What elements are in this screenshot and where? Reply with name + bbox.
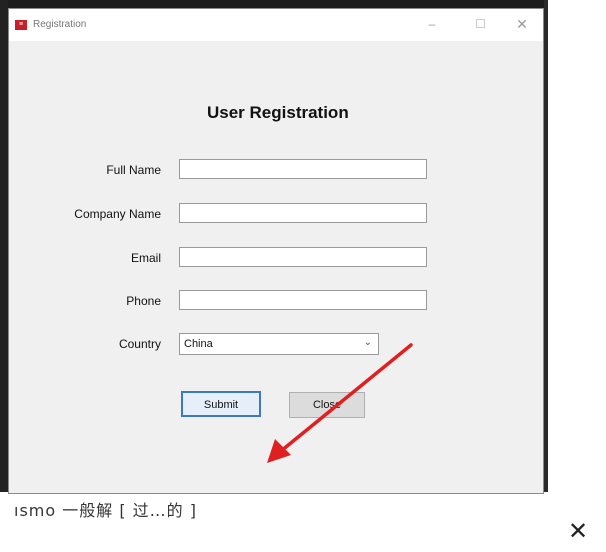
submit-button[interactable]: Submit [181, 391, 261, 417]
country-value: China [184, 338, 213, 350]
registration-window: ≡ Registration – ✕ User Registration Ful… [8, 8, 544, 494]
background-text: ısmo 一般解 [ 过…的 ] [14, 501, 197, 520]
phone-label: Phone [126, 294, 161, 308]
close-icon[interactable]: ✕ [568, 520, 588, 544]
email-label: Email [130, 251, 161, 265]
page-title: User Registration [207, 103, 349, 122]
company-name-field[interactable] [179, 203, 427, 223]
country-label: Country [118, 337, 161, 351]
email-field[interactable] [179, 247, 427, 267]
full-name-field[interactable] [179, 159, 427, 179]
full-name-label: Full Name [106, 163, 161, 177]
red-arrow-annotation [267, 343, 413, 463]
app-icon: ≡ [15, 20, 27, 30]
maximize-button[interactable] [469, 15, 491, 33]
minimize-button[interactable]: – [421, 15, 443, 33]
phone-field[interactable] [179, 290, 427, 310]
title-bar: ≡ Registration – ✕ [9, 9, 543, 41]
company-name-label: Company Name [74, 207, 161, 221]
background-left [0, 0, 8, 500]
maximize-icon [475, 19, 485, 28]
background-right [544, 0, 606, 500]
window-title: Registration [33, 19, 87, 30]
window-close-button[interactable]: ✕ [511, 15, 533, 33]
